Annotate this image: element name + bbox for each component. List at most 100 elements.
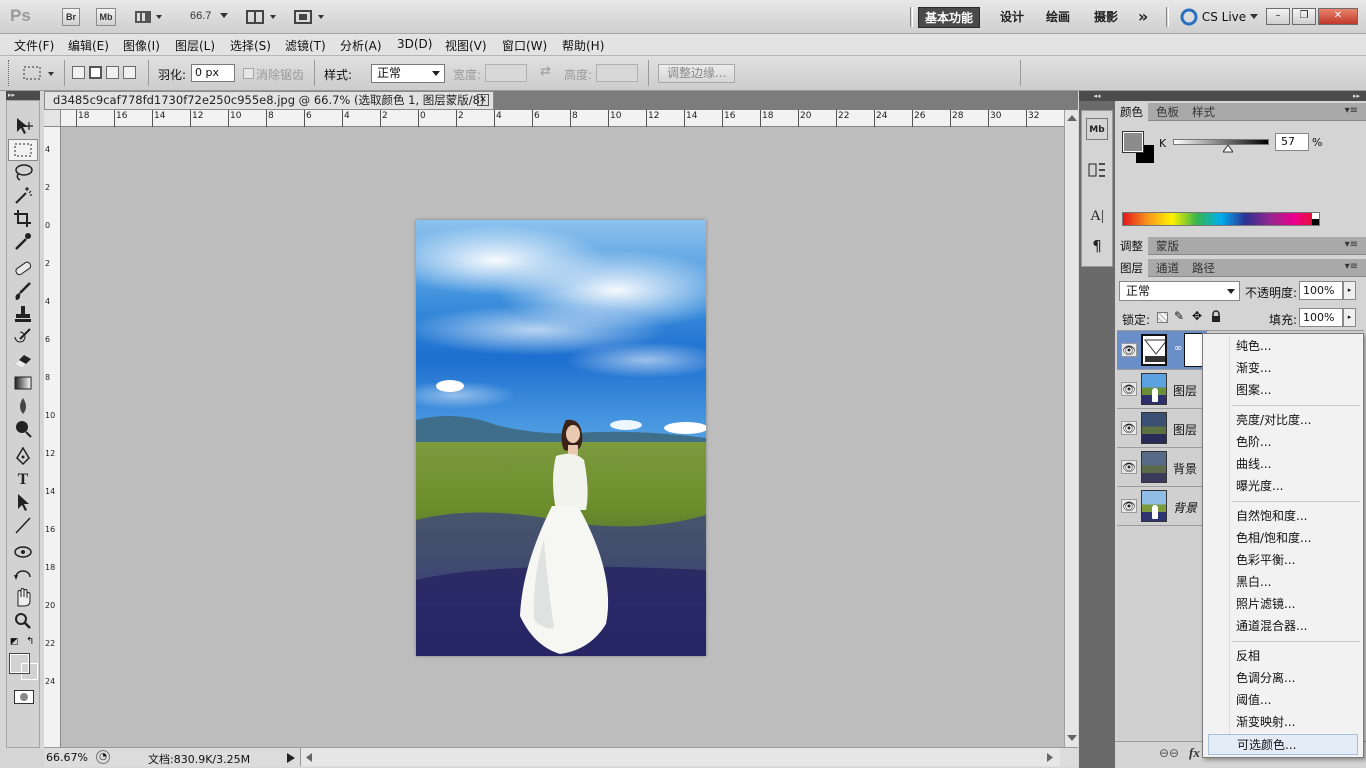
adjustment-menu-item[interactable]: 反相 [1208,646,1358,667]
adjustment-menu-item[interactable]: 通道混合器... [1208,616,1358,637]
vertical-scrollbar[interactable] [1064,110,1078,747]
status-info-icon[interactable]: ◔ [96,750,110,764]
menu-select[interactable]: 选择(S) [230,37,271,54]
adjustment-menu-item[interactable]: 曲线... [1208,454,1358,475]
k-slider-thumb[interactable] [1222,145,1233,153]
opacity-slider-arrow-icon[interactable]: ▸ [1343,281,1356,300]
tab-channels[interactable]: 通道 [1151,259,1184,277]
menu-image[interactable]: 图像(I) [123,37,160,54]
scroll-down-icon[interactable] [1067,734,1077,742]
ruler-origin[interactable] [44,110,61,127]
history-panel-icon[interactable] [1086,160,1108,182]
3d-orbit-tool[interactable] [8,565,38,587]
default-colors-icon[interactable]: ◩ [10,637,19,647]
history-brush-tool[interactable] [8,327,38,349]
k-value-input[interactable]: 57 [1275,133,1309,151]
tab-swatches[interactable]: 色板 [1151,103,1184,121]
crop-tool[interactable] [8,208,38,230]
zoom-tool[interactable] [8,611,38,633]
clone-stamp-tool[interactable] [8,304,38,326]
k-slider-track[interactable] [1173,139,1269,145]
add-to-selection-icon[interactable] [89,66,102,79]
eraser-tool[interactable] [8,350,38,372]
adjustment-menu-item[interactable]: 渐变... [1208,358,1358,379]
adjustment-menu-item[interactable]: 亮度/对比度... [1208,410,1358,431]
workspace-photography[interactable]: 摄影 [1088,7,1124,28]
adjustment-menu-item[interactable]: 色彩平衡... [1208,550,1358,571]
scroll-left-icon[interactable] [305,753,313,762]
minimize-button[interactable]: – [1266,8,1290,25]
tab-paths[interactable]: 路径 [1187,259,1220,277]
mini-bridge-icon[interactable]: Mb [1086,118,1108,140]
character-panel-icon[interactable]: A| [1086,205,1108,227]
swap-colors-icon[interactable]: ↰ [26,636,34,647]
document-photo[interactable] [416,220,706,656]
workspace-painting[interactable]: 绘画 [1040,7,1076,28]
rectangular-marquee-tool[interactable] [8,139,38,161]
path-selection-tool[interactable] [8,492,38,514]
type-tool[interactable]: T [8,469,38,491]
pen-tool[interactable] [8,446,38,468]
screen-mode-dropdown[interactable] [294,9,328,25]
menu-edit[interactable]: 编辑(E) [68,37,109,54]
eye-icon[interactable]: 👁 [1121,421,1137,435]
adjustment-menu-item[interactable]: 图案... [1208,380,1358,401]
chevron-down-icon[interactable] [220,13,228,19]
blur-tool[interactable] [8,396,38,418]
antialias-checkbox[interactable] [243,68,254,79]
status-zoom[interactable]: 66.67% [46,751,88,764]
opacity-input[interactable]: 100% [1299,281,1343,300]
status-menu-arrow-icon[interactable] [287,753,295,763]
gradient-tool[interactable] [8,373,38,395]
adjustment-menu-item[interactable]: 黑白... [1208,572,1358,593]
lock-transparency-icon[interactable] [1157,312,1168,323]
dodge-tool[interactable] [8,419,38,441]
adjustment-menu-item[interactable]: 照片滤镜... [1208,594,1358,615]
lock-all-icon[interactable] [1211,310,1221,322]
link-layers-icon[interactable]: ⊖⊖ [1159,746,1179,760]
adjustment-menu-item[interactable]: 色调分离... [1208,668,1358,689]
adjustment-menu-item[interactable]: 渐变映射... [1208,712,1358,733]
eye-icon[interactable]: 👁 [1121,460,1137,474]
adjustment-menu-item[interactable]: 色相/饱和度... [1208,528,1358,549]
lock-pixels-icon[interactable]: ✎ [1174,309,1184,323]
options-grip[interactable] [8,60,11,86]
menu-layer[interactable]: 图层(L) [175,37,215,54]
subtract-selection-icon[interactable] [106,66,119,79]
move-tool[interactable] [8,116,38,138]
style-select[interactable]: 正常 [371,64,445,83]
layer-row-selective-color[interactable]: 👁 ∞ [1117,331,1208,370]
adjustment-menu-item[interactable]: 阈值... [1208,690,1358,711]
close-tab-icon[interactable]: ✕ [477,94,489,106]
more-workspaces-button[interactable]: » [1132,7,1154,28]
document-tab[interactable]: d3485c9caf778fd1730f72e250c955e8.jpg @ 6… [44,91,494,124]
adjustment-menu-item[interactable]: 可选颜色... [1208,734,1358,755]
swap-dimensions-icon[interactable]: ⇄ [540,64,551,79]
fill-input[interactable]: 100% [1299,308,1343,327]
panel-foreground-swatch[interactable] [1122,131,1144,153]
refine-edge-button[interactable]: 调整边缘... [658,64,736,83]
panel-menu-icon[interactable]: ▾≡ [1345,239,1358,250]
tab-masks[interactable]: 蒙版 [1151,237,1184,255]
bridge-button[interactable]: Br [62,8,80,26]
adjustment-menu-item[interactable]: 曝光度... [1208,476,1358,497]
view-extras-dropdown[interactable] [134,9,164,25]
layer-row[interactable]: 👁 背景 [1117,448,1207,487]
fill-slider-arrow-icon[interactable]: ▸ [1343,308,1356,327]
eye-icon[interactable]: 👁 [1121,343,1137,357]
eye-icon[interactable]: 👁 [1121,499,1137,513]
eye-icon[interactable]: 👁 [1121,382,1137,396]
zoom-level[interactable]: 66.7 [190,10,211,22]
width-input[interactable] [485,64,527,82]
menu-analysis[interactable]: 分析(A) [340,37,382,54]
new-selection-icon[interactable] [72,66,85,79]
3d-rotate-tool[interactable] [8,542,38,564]
line-tool[interactable] [8,515,38,537]
hand-tool[interactable] [8,588,38,610]
dock-collapse-icon[interactable]: ◂◂ [1079,91,1115,101]
tool-preset-picker[interactable] [18,62,60,84]
tab-layers[interactable]: 图层 [1115,259,1148,277]
intersect-selection-icon[interactable] [123,66,136,79]
menu-view[interactable]: 视图(V) [445,37,487,54]
cs-live-button[interactable]: CS Live [1180,8,1258,26]
